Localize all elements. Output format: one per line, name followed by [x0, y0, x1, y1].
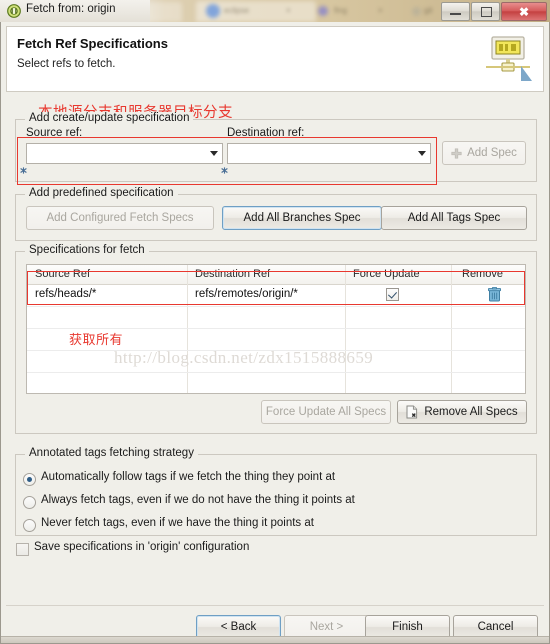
radio-never-fetch-tags-label[interactable]: Never fetch tags, even if we have the th… [41, 517, 314, 529]
row-divider [27, 372, 525, 373]
row-divider [27, 306, 525, 307]
cell-source-ref: refs/heads/* [35, 288, 97, 300]
add-all-tags-spec-label: Add All Tags Spec [407, 212, 501, 224]
source-ref-label: Source ref: [26, 127, 83, 139]
radio-always-fetch-tags-label[interactable]: Always fetch tags, even if we do not hav… [41, 494, 355, 506]
dialog-status-bar [1, 636, 549, 643]
cancel-button-label: Cancel [477, 621, 514, 633]
destination-ref-required-marker [221, 161, 228, 174]
destination-ref-label: Destination ref: [227, 127, 305, 139]
remove-all-specs-button[interactable]: Remove All Specs [397, 400, 527, 424]
add-all-branches-spec-button[interactable]: Add All Branches Spec [222, 206, 382, 230]
fetch-wizard-banner-icon [480, 34, 534, 84]
remove-all-specs-label: Remove All Specs [424, 406, 518, 418]
source-ref-combo[interactable] [26, 143, 223, 164]
back-button-label: < Back [220, 621, 257, 633]
next-button-label: Next > [309, 621, 344, 633]
fetch-dialog: Fetch Ref Specifications Select refs to … [0, 22, 550, 644]
wizard-banner: Fetch Ref Specifications Select refs to … [6, 26, 544, 92]
window-controls: ✖ [440, 2, 547, 21]
close-icon: ✖ [518, 4, 530, 19]
page-title: Fetch Ref Specifications [17, 36, 168, 51]
add-configured-fetch-specs-label: Add Configured Fetch Specs [46, 212, 194, 224]
plus-icon [451, 147, 462, 159]
window-titlebar[interactable]: Fetch from: origin ✖ [0, 0, 550, 23]
radio-auto-follow-tags-label[interactable]: Automatically follow tags if we fetch th… [41, 471, 335, 483]
table-row[interactable]: refs/heads/* refs/remotes/origin/* [27, 284, 525, 306]
radio-auto-follow-tags[interactable] [23, 473, 36, 486]
close-button[interactable]: ✖ [501, 2, 547, 21]
trash-icon[interactable] [487, 286, 502, 302]
specs-for-fetch-legend: Specifications for fetch [25, 244, 149, 256]
chevron-down-icon [418, 151, 426, 156]
save-specifications-label[interactable]: Save specifications in 'origin' configur… [34, 541, 249, 553]
create-update-spec-legend: Add create/update specification [25, 112, 194, 124]
maximize-button[interactable] [471, 2, 500, 21]
page-subtitle: Select refs to fetch. [17, 58, 116, 70]
cell-destination-ref: refs/remotes/origin/* [195, 288, 298, 300]
add-spec-button-label: Add Spec [467, 147, 517, 159]
add-all-branches-spec-label: Add All Branches Spec [243, 212, 361, 224]
annotation-note-table: 获取所有 [69, 333, 124, 348]
force-update-all-specs-button[interactable]: Force Update All Specs [261, 400, 391, 424]
predefined-spec-legend: Add predefined specification [25, 187, 178, 199]
minimize-icon [450, 13, 461, 15]
footer-divider [6, 605, 544, 606]
remove-all-icon [406, 405, 419, 419]
maximize-icon [481, 7, 492, 17]
minimize-button[interactable] [441, 2, 470, 21]
finish-button-label: Finish [392, 621, 423, 633]
radio-never-fetch-tags[interactable] [23, 519, 36, 532]
radio-always-fetch-tags[interactable] [23, 496, 36, 509]
add-configured-fetch-specs-button[interactable]: Add Configured Fetch Specs [26, 206, 214, 230]
force-update-checkbox[interactable] [386, 288, 399, 301]
add-all-tags-spec-button[interactable]: Add All Tags Spec [381, 206, 527, 230]
git-repository-icon [7, 4, 21, 18]
column-header-destination-ref[interactable]: Destination Ref [195, 268, 270, 280]
column-header-source-ref[interactable]: Source Ref [35, 268, 90, 280]
save-specifications-checkbox[interactable] [16, 543, 29, 556]
watermark-text: http://blog.csdn.net/zdx1515888659 [114, 348, 374, 367]
add-spec-button[interactable]: Add Spec [442, 141, 526, 165]
annotated-tags-legend: Annotated tags fetching strategy [25, 447, 198, 459]
destination-ref-combo[interactable] [227, 143, 431, 164]
source-ref-required-marker [20, 161, 27, 174]
column-header-force-update[interactable]: Force Update [353, 268, 420, 280]
column-header-remove[interactable]: Remove [462, 268, 503, 280]
screenshot-root: eclipse × fing × git × Fetch from: origi… [0, 0, 550, 644]
window-title: Fetch from: origin [26, 3, 116, 15]
chevron-down-icon [210, 151, 218, 156]
force-update-all-specs-label: Force Update All Specs [265, 406, 387, 418]
